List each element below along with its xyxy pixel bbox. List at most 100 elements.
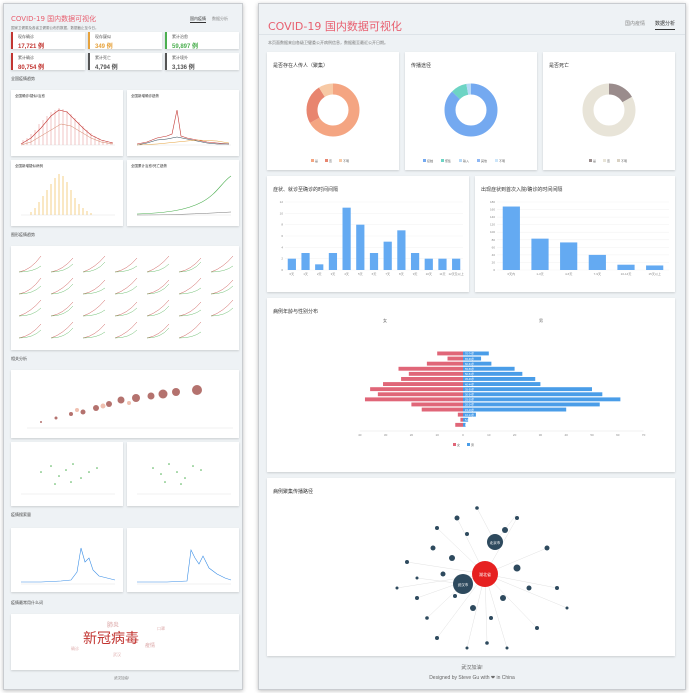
stat-label: 现存确诊 [18,34,34,39]
female-bar [364,397,463,402]
x-tick-label: 7天 [385,272,390,276]
stat-value: 349 例 [95,44,113,50]
x-tick-label: 30 [539,433,543,437]
wordcloud-word: 疫情 [145,643,156,649]
age-label: 35-39岁 [465,387,475,391]
x-tick-label: 10-14天 [621,272,632,276]
age-label: 55-59岁 [465,367,475,371]
x-tick-label: 1-3天 [536,272,543,276]
node-label: 湖北省 [479,571,491,577]
bubble-chart [27,385,233,429]
bar [452,258,461,270]
stat-label: 现存疑似 [95,34,111,39]
legend-label: 其他 [481,158,487,163]
female-bar [383,382,463,386]
stat-label: 累计境外 [172,55,188,60]
legend-label: 输入 [463,158,469,163]
bar [560,242,578,270]
male-bar [463,387,592,392]
tab-domestic[interactable]: 国内疫情 [625,20,645,30]
x-tick-label: 0天内 [507,271,515,276]
bar [397,230,406,270]
bar [438,258,447,270]
province-grid-card [11,246,239,350]
x-tick-label: 20 [410,433,414,437]
x-tick-label: 10天 [426,272,432,276]
y-tick-label: 80 [492,238,496,242]
death-card: 是否死亡 是 否 不明 [543,52,675,170]
male-bar [463,392,603,397]
x-tick-label: 50 [590,433,594,437]
bar [328,253,338,270]
page-description: 本页面数据来自各级卫健委公开病例信息，数据截至最近公开日期。 [268,40,388,45]
female-bar [377,392,463,397]
analysis-window: COVID-19 国内数据可视化 国内疫情 数据分析 本页面数据来自各级卫健委公… [258,3,686,690]
scatter-chart [137,463,231,495]
tab-analysis[interactable]: 数据分析 [655,20,676,30]
stat-value: 17,721 例 [18,44,45,50]
stat-card: 现存疑似 349 例 [88,32,162,50]
stat-card: 累计治愈 59,897 例 [165,32,239,50]
female-bar [457,412,463,417]
stat-label: 累计死亡 [95,55,111,60]
bar [424,258,433,270]
female-bar [401,377,463,381]
search-trend-chart [137,548,232,585]
age-label: 0-4岁 [465,423,472,427]
legend-label: 男 [471,442,474,447]
legend-label: 是 [593,158,596,163]
x-tick-label: 2天 [317,272,322,276]
x-tick-label: 9天 [413,272,418,276]
age-label: 40-44岁 [465,382,475,386]
male-bar [463,382,541,386]
stat-card: 累计境外 3,136 例 [165,53,239,71]
overview-footer: 武汉加油! [114,676,129,680]
scatter-chart [21,463,115,495]
suspected-chart [21,174,115,216]
legend-label: 不明 [621,159,627,163]
x-tick-label: 8天 [399,272,404,276]
bar [315,264,324,270]
age-label: 80-84岁 [465,342,475,346]
female-bar [460,417,463,422]
tab-analysis[interactable]: 数据分析 [212,16,228,23]
female-bar [447,356,463,361]
x-tick-label: 40 [565,433,569,437]
y-tick-label: 2 [281,257,283,261]
x-tick-label: 60 [616,433,620,437]
stat-card: 现存确诊 17,721 例 [11,32,85,50]
age-label: 15-19岁 [465,408,475,412]
footer-credit: Designed by Steve Gu with ❤ in China [429,675,515,681]
bar-chart: 0 2 4 6 8 10 12 0天 1天 2天 3天 4天 5天 6天 7天 8天 9天 10天 11天 12天及以… [280,200,464,276]
age-label: 85-89岁 [465,336,475,340]
bar [410,253,420,270]
wordcloud-word: 肺炎 [107,623,120,629]
trend-card-1: 全国确诊/疑似/治愈 [11,90,123,156]
bar [646,265,664,270]
bar-chart: 0 20 40 60 80 100 120 140 160 180 0天内 1-3天 4-6天 7-9天 1… [490,200,669,276]
network-card: 病例聚集传播路径 湖北省 武汉市 北京市 [267,478,675,656]
tab-domestic[interactable]: 国内疫情 [190,16,206,23]
bar [301,253,310,270]
x-tick-label: 1天 [303,272,308,276]
page-title: COVID-19 国内数据可视化 [268,20,402,33]
stat-card: 累计死亡 4,794 例 [88,53,162,71]
legend-label: 否 [329,159,332,163]
y-tick-label: 0 [493,268,495,272]
x-tick-label: 15天以上 [648,271,660,276]
province-small-multiples [18,255,234,339]
age-label: 20-24岁 [465,403,475,407]
stat-card: 累计确诊 80,754 例 [11,53,85,71]
legend-label: 否 [607,159,610,163]
bar [287,258,296,270]
x-tick-label: 0天 [290,272,295,276]
interval-bar-card: 症状、就诊至确诊的时间间隔 0 2 4 6 8 10 12 0天 1天 2天 3天 4天 5天 6天 7天 8… [267,176,469,292]
y-tick-label: 60 [492,245,496,249]
female-bar [398,366,463,371]
x-tick-label: 5天 [358,272,363,276]
x-tick-label: 11天 [439,272,445,276]
age-label: 5-9岁 [465,418,472,422]
legend-label: 聚集 [445,158,451,163]
section-title-trend: 全国疫情趋势 [11,76,35,81]
section-title-words: 疫情最常用什么词 [11,600,43,605]
